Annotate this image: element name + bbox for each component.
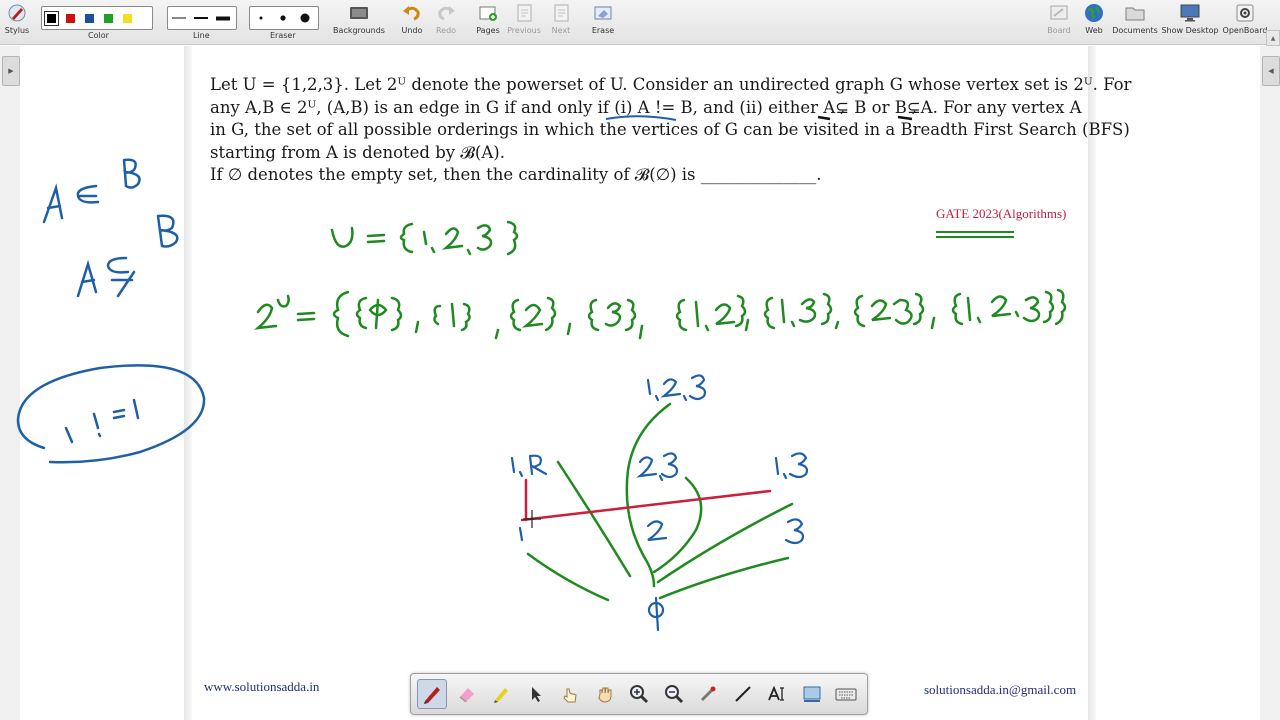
right-panel-toggle[interactable]: ◀ xyxy=(1262,56,1280,86)
question-line-2: any A,B ∈ 2ᵁ, (A,B) is an edge in G if a… xyxy=(210,97,1082,117)
zoom-out-icon xyxy=(664,685,683,704)
gear-icon xyxy=(1236,4,1254,22)
web-button[interactable]: Web xyxy=(1081,2,1107,42)
hand-icon xyxy=(597,687,611,703)
add-page-icon xyxy=(479,6,497,21)
line-tool-button[interactable] xyxy=(728,679,758,709)
erase-page-icon xyxy=(594,6,612,20)
hw-powerset xyxy=(254,288,1067,340)
color-blue-swatch[interactable] xyxy=(85,13,94,23)
eraser-small-button[interactable] xyxy=(253,11,269,25)
graph-edges xyxy=(526,402,794,602)
gate-underline xyxy=(936,231,1014,238)
previous-page-button[interactable]: Previous xyxy=(507,2,541,42)
backgrounds-icon xyxy=(350,7,368,19)
capture-tool-button[interactable] xyxy=(797,679,827,709)
line-thick-button[interactable] xyxy=(215,11,231,25)
pen-tool-button[interactable] xyxy=(417,679,447,709)
next-page-icon xyxy=(554,4,569,22)
page-edge-right xyxy=(1088,46,1096,720)
selector-tool-button[interactable] xyxy=(521,679,551,709)
backgrounds-button[interactable]: Backgrounds xyxy=(333,2,385,42)
arrow-pointer-icon xyxy=(531,687,541,702)
hand-tool-button[interactable] xyxy=(590,679,620,709)
hw-a-subset-b xyxy=(42,158,141,224)
eraser-large-button[interactable] xyxy=(297,11,313,25)
eraser-tool-button[interactable] xyxy=(452,679,482,709)
page-edge-left xyxy=(184,46,192,720)
interact-tool-button[interactable] xyxy=(555,679,585,709)
keyboard-icon xyxy=(835,688,857,701)
capture-icon xyxy=(803,686,820,702)
redo-button[interactable]: Redo xyxy=(434,2,458,42)
stylus-icon xyxy=(8,4,26,22)
color-label: Color xyxy=(88,31,109,40)
crosshair-cursor-icon xyxy=(523,510,541,528)
laser-pointer-icon xyxy=(700,686,716,702)
color-palette xyxy=(41,6,153,30)
right-sidebar: ◀ xyxy=(1260,46,1280,720)
source-tag: GATE 2023(Algorithms) xyxy=(936,206,1067,221)
next-page-button[interactable]: Next xyxy=(548,2,574,42)
eraser-size-group xyxy=(249,6,319,30)
red-edge xyxy=(520,478,772,522)
erase-page-button[interactable]: Erase xyxy=(590,2,616,42)
zoom-out-tool-button[interactable] xyxy=(659,679,689,709)
text-tool-button[interactable] xyxy=(762,679,792,709)
monitor-icon xyxy=(1180,4,1200,22)
pointing-hand-icon xyxy=(563,688,577,703)
stylus-button[interactable]: Stylus xyxy=(4,2,30,42)
color-red-swatch[interactable] xyxy=(66,13,75,23)
website-link[interactable]: www.solutionsadda.in xyxy=(204,679,319,695)
previous-page-icon xyxy=(517,4,532,22)
top-toolbar: Stylus Color Line Eraser Backgrounds Und… xyxy=(0,0,1280,45)
eraser-label: Eraser xyxy=(270,31,296,40)
globe-icon xyxy=(1085,4,1103,22)
laser-pointer-tool-button[interactable] xyxy=(693,679,723,709)
color-black-swatch[interactable] xyxy=(44,10,59,26)
marker-tool-button[interactable] xyxy=(486,679,516,709)
text-icon xyxy=(768,685,784,701)
board-button[interactable]: Board xyxy=(1046,2,1072,42)
question-line-5: If ∅ denotes the empty set, then the car… xyxy=(210,165,822,184)
graph-node-labels xyxy=(510,374,809,632)
color-green-swatch[interactable] xyxy=(104,13,113,23)
line-icon xyxy=(734,686,751,702)
pages-button[interactable]: Pages xyxy=(475,2,501,42)
question-line-1: Let U = {1,2,3}. Let 2ᵁ denote the power… xyxy=(210,75,1132,94)
eraser-icon xyxy=(459,688,474,703)
hw-a-not-subseteq-b xyxy=(76,214,179,298)
question-text: Let U = {1,2,3}. Let 2ᵁ denote the power… xyxy=(210,74,1132,187)
undo-button[interactable]: Undo xyxy=(400,2,424,42)
email-link[interactable]: solutionsadda.in@gmail.com xyxy=(924,682,1076,698)
color-yellow-swatch[interactable] xyxy=(123,13,132,23)
board-icon xyxy=(1050,5,1068,20)
question-line-3: in G, the set of all possible orderings … xyxy=(210,120,1130,139)
line-medium-button[interactable] xyxy=(193,11,209,25)
line-thin-button[interactable] xyxy=(171,11,187,25)
eraser-medium-button[interactable] xyxy=(275,11,291,25)
documents-button[interactable]: Documents xyxy=(1112,2,1158,42)
hw-one-ne-one xyxy=(16,364,206,464)
line-width-group xyxy=(167,6,237,30)
left-sidebar: ▶ xyxy=(0,46,20,720)
left-panel-toggle[interactable]: ▶ xyxy=(2,56,20,86)
openboard-menu-button[interactable]: OpenBoard xyxy=(1222,2,1268,42)
hw-universe xyxy=(330,220,519,256)
folder-icon xyxy=(1125,7,1145,21)
virtual-keyboard-tool-button[interactable] xyxy=(831,679,861,709)
question-line-4: starting from A is denoted by 𝓑(A). xyxy=(210,142,505,162)
line-label: Line xyxy=(193,31,210,40)
pen-icon xyxy=(424,687,440,704)
highlighter-icon xyxy=(494,688,508,703)
zoom-in-tool-button[interactable] xyxy=(624,679,654,709)
scroll-up-button[interactable]: ▲ xyxy=(1266,30,1280,46)
redo-icon xyxy=(438,6,455,21)
zoom-in-icon xyxy=(630,685,649,704)
undo-icon xyxy=(403,6,420,21)
tool-palette xyxy=(410,673,868,715)
show-desktop-button[interactable]: Show Desktop xyxy=(1161,2,1219,42)
